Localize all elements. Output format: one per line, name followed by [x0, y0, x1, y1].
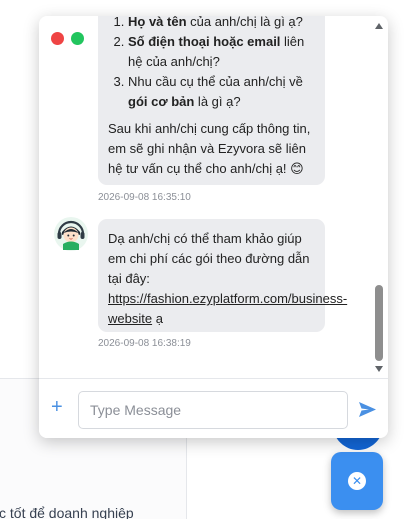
chat-window: Họ và tên của anh/chị là gì ạ? Số điện t… — [39, 16, 388, 438]
support-agent-avatar-icon — [53, 216, 89, 252]
red-dot-icon[interactable] — [51, 32, 64, 45]
message-input[interactable] — [78, 391, 348, 429]
message-timestamp: 2026-09-08 16:38:19 — [98, 338, 191, 349]
pricing-link[interactable]: https://fashion.ezyplatform.com/business… — [108, 291, 347, 326]
list-item: Số điện thoại hoặc email liên hệ của anh… — [128, 32, 315, 72]
list-item: Họ và tên của anh/chị là gì ạ? — [128, 16, 315, 32]
message-composer: + — [39, 378, 388, 438]
green-dot-icon[interactable] — [71, 32, 84, 45]
chat-toggle-button[interactable]: ✕ — [331, 452, 383, 510]
message-list[interactable]: Họ và tên của anh/chị là gì ạ? Số điện t… — [39, 16, 372, 378]
window-controls — [51, 32, 84, 45]
scrollbar-thumb[interactable] — [375, 285, 383, 361]
message-suffix: ạ — [152, 311, 163, 326]
message-text: Dạ anh/chị có thể tham khảo giúp em chi … — [108, 231, 310, 286]
close-icon: ✕ — [348, 472, 366, 490]
list-item: Nhu cầu cụ thể của anh/chị về gói cơ bản… — [128, 72, 315, 112]
message-bubble: Dạ anh/chị có thể tham khảo giúp em chi … — [98, 219, 347, 332]
info-list: Họ và tên của anh/chị là gì ạ? Số điện t… — [108, 16, 315, 112]
message-bubble: Họ và tên của anh/chị là gì ạ? Số điện t… — [98, 16, 325, 185]
plus-icon[interactable]: + — [51, 397, 63, 417]
message-text: Sau khi anh/chị cung cấp thông tin, em s… — [108, 121, 311, 176]
scrollbar[interactable] — [373, 20, 387, 378]
send-icon[interactable] — [359, 402, 376, 417]
message-timestamp: 2026-09-08 16:35:10 — [98, 192, 191, 203]
scroll-down-icon[interactable] — [375, 366, 383, 372]
background-text: c tốt để doanh nghiệp — [0, 505, 134, 519]
scroll-up-icon[interactable] — [375, 23, 383, 29]
